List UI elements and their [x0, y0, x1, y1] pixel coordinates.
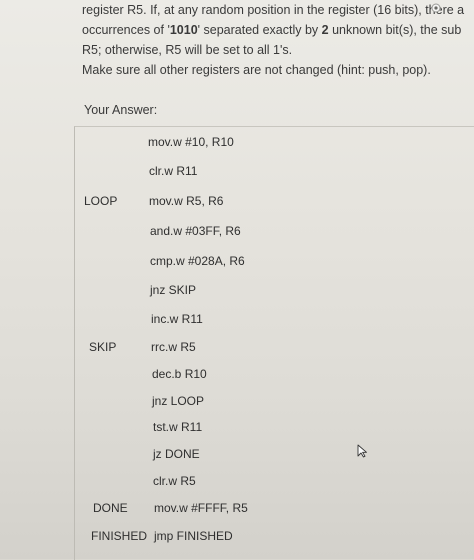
code-line: rrc.w R5	[151, 340, 196, 354]
prompt-line-2: occurrences of '1010' separated exactly …	[82, 20, 474, 40]
code-label: DONE	[93, 501, 128, 515]
prompt-line-2-post: unknown bit(s), the sub	[328, 23, 462, 37]
code-line: jnz LOOP	[152, 394, 205, 408]
prompt-line-2-pre: occurrences of '	[82, 23, 170, 37]
code-line: mov.w #FFFF, R5	[154, 501, 248, 515]
prompt-line-2-mid: ' separated exactly by	[197, 23, 322, 37]
answer-textarea[interactable]	[74, 126, 474, 560]
code-label: SKIP	[89, 340, 117, 354]
code-line: clr.w R5	[153, 474, 196, 488]
code-line: dec.b R10	[152, 367, 207, 381]
screen-photo: register R5. If, at any random position …	[0, 0, 474, 560]
prompt-line-3: R5; otherwise, R5 will be set to all 1's…	[82, 43, 293, 57]
code-line: jz DONE	[153, 447, 200, 461]
code-line: jnz SKIP	[150, 283, 197, 297]
prompt-bold-count: 2	[321, 23, 329, 37]
question-prompt: register R5. If, at any random position …	[82, 0, 474, 80]
mouse-pointer-icon	[357, 444, 367, 458]
code-label: FINISHED	[91, 529, 148, 543]
prompt-bold-pattern: 1010	[169, 23, 198, 37]
code-line: cmp.w #028A, R6	[150, 254, 245, 268]
prompt-line-1: register R5. If, at any random position …	[82, 3, 465, 17]
code-line: mov.w #10, R10	[148, 135, 234, 149]
code-label: LOOP	[84, 194, 118, 208]
radio-dot-icon	[431, 3, 441, 13]
code-line: jmp FINISHED	[154, 529, 233, 543]
code-line: tst.w R11	[153, 420, 203, 434]
code-line: and.w #03FF, R6	[150, 224, 241, 238]
prompt-line-4: Make sure all other registers are not ch…	[82, 63, 431, 77]
code-line: clr.w R11	[149, 164, 198, 178]
answer-label: Your Answer:	[84, 103, 158, 117]
code-line: mov.w R5, R6	[149, 194, 224, 208]
code-line: inc.w R11	[151, 312, 203, 326]
